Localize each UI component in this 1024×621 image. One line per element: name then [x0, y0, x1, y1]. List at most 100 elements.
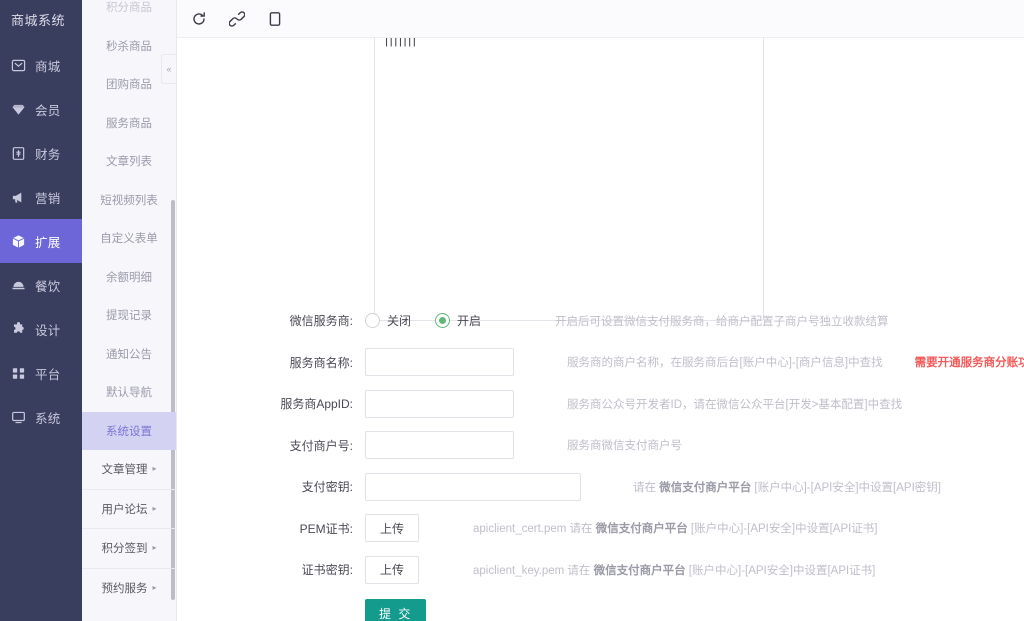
app-root: 商城系统 商城 会员 财务 营销 扩展 餐饮 设计 平台 系统 « 积分商品 秒… [0, 0, 1024, 621]
sidebar-item-finance[interactable]: 财务 [0, 131, 82, 175]
warning-provider-name: 需要开通服务商分账功能用于抽成 [914, 357, 1024, 370]
submenu-group-label: 预约服务 [101, 582, 148, 595]
label-service-provider: 微信服务商: [289, 314, 353, 329]
hint-cert-key-suffix: [账户中心]-[API安全]中设置[API证书] [685, 564, 876, 577]
hint-pem-cert-prefix: 请在 [569, 523, 596, 536]
submenu-group-appointment[interactable]: 预约服务 ▸ [82, 569, 176, 608]
chevron-double-left-icon[interactable]: « [161, 54, 176, 84]
sidebar-item-marketing[interactable]: 营销 [0, 175, 82, 219]
hint-cert-key-strong: 微信支付商户平台 [593, 564, 686, 577]
form-row-pay-key: 支付密钥: 请在 微信支付商户平台 [账户中心]-[API安全]中设置[API密… [177, 466, 1024, 508]
submenu-item-videos[interactable]: 短视频列表 [82, 181, 176, 220]
sidebar-item-label: 设计 [35, 323, 61, 338]
content-scroll-area: ||||||| 微信服务商: 关闭 开启 开启后可设置微信支付服务商，给商户配置… [177, 38, 1024, 621]
submit-button[interactable]: 提 交 [365, 598, 427, 621]
hint-cert-key-prefix: 请在 [567, 564, 594, 577]
input-provider-name[interactable] [365, 348, 514, 377]
primary-sidebar: 商城系统 商城 会员 财务 营销 扩展 餐饮 设计 平台 系统 [0, 0, 82, 621]
sidebar-item-platform[interactable]: 平台 [0, 351, 82, 395]
chevron-right-icon: ▸ [152, 543, 157, 553]
label-cert-key: 证书密钥: [301, 563, 353, 578]
radio-circle-checked-icon [435, 313, 451, 329]
submenu-group-points-checkin[interactable]: 积分签到 ▸ [82, 529, 176, 568]
hint-cert-key-file: apiclient_key.pem [473, 564, 565, 577]
form-row-provider-name: 服务商名称: 服务商的商户名称，在服务商后台[账户中心]-[商户信息]中查找 需… [177, 342, 1024, 384]
input-provider-appid[interactable] [365, 389, 514, 418]
hint-service-provider: 开启后可设置微信支付服务商，给商户配置子商户号独立收款结算 [555, 315, 889, 328]
sidebar-item-member[interactable]: 会员 [0, 87, 82, 131]
sidebar-item-label: 扩展 [35, 235, 61, 250]
submenu-item-system-settings[interactable]: 系统设置 [82, 411, 176, 450]
toolbar [177, 0, 1024, 38]
form-row-merchant-id: 支付商户号: 服务商微信支付商户号 [177, 425, 1024, 467]
hint-pem-cert: apiclient_cert.pem 请在 微信支付商户平台 [账户中心]-[A… [473, 520, 878, 536]
chevron-right-icon: ▸ [152, 464, 157, 474]
input-merchant-id[interactable] [365, 431, 514, 460]
submenu-item-clipped[interactable]: 积分商品 [82, 0, 176, 27]
submenu-group-article-manage[interactable]: 文章管理 ▸ [82, 450, 176, 489]
sidebar-item-design[interactable]: 设计 [0, 307, 82, 351]
radio-service-provider-on[interactable]: 开启 [435, 312, 481, 329]
box-icon [11, 234, 26, 249]
app-logo-text: 商城系统 [11, 12, 66, 28]
label-merchant-id: 支付商户号: [289, 438, 353, 453]
radio-service-provider-off[interactable]: 关闭 [365, 312, 411, 329]
sidebar-item-shop[interactable]: 商城 [0, 43, 82, 87]
submenu-item-withdraw[interactable]: 提现记录 [82, 296, 176, 335]
submenu-panel: « 积分商品 秒杀商品 团购商品 服务商品 文章列表 短视频列表 自定义表单 余… [82, 0, 177, 621]
diamond-icon [11, 102, 26, 117]
submenu-group-label: 用户论坛 [101, 503, 148, 516]
label-provider-appid: 服务商AppID: [280, 397, 353, 412]
radio-circle-icon [365, 313, 380, 329]
sidebar-item-label: 商城 [35, 59, 61, 74]
submenu-item-articles[interactable]: 文章列表 [82, 142, 176, 181]
editor-textarea[interactable]: ||||||| [374, 38, 764, 321]
upload-cert-key-button[interactable]: 上传 [365, 555, 419, 584]
mobile-preview-icon[interactable] [256, 0, 294, 38]
app-logo[interactable]: 商城系统 [0, 0, 82, 38]
shop-icon [11, 58, 26, 73]
hint-provider-name: 服务商的商户名称，在服务商后台[账户中心]-[商户信息]中查找 [567, 357, 883, 370]
sidebar-item-system[interactable]: 系统 [0, 395, 82, 439]
submenu-group-label: 文章管理 [101, 464, 148, 477]
radio-label-off: 关闭 [387, 314, 412, 329]
hint-pay-key-prefix: 请在 [633, 481, 660, 494]
grid-icon [11, 366, 26, 381]
sidebar-item-label: 会员 [35, 103, 61, 118]
sidebar-item-label: 平台 [35, 367, 61, 382]
hint-pay-key: 请在 微信支付商户平台 [账户中心]-[API安全]中设置[API密钥] [633, 479, 941, 495]
sidebar-item-label: 营销 [35, 191, 61, 206]
label-provider-name: 服务商名称: [289, 355, 353, 370]
link-icon[interactable] [218, 0, 256, 38]
refresh-icon[interactable] [180, 0, 218, 38]
submenu-item-nav[interactable]: 默认导航 [82, 373, 176, 412]
submenu-group-label: 积分签到 [101, 543, 148, 556]
hint-pay-key-suffix: [账户中心]-[API安全]中设置[API密钥] [751, 481, 941, 494]
chevron-right-icon: ▸ [152, 503, 157, 513]
form-row-pem-cert: PEM证书: 上传 apiclient_cert.pem 请在 微信支付商户平台… [177, 508, 1024, 550]
primary-nav-list: 商城 会员 财务 营销 扩展 餐饮 设计 平台 系统 [0, 38, 82, 439]
chevron-right-icon: ▸ [152, 582, 157, 592]
submenu-group-user-forum[interactable]: 用户论坛 ▸ [82, 490, 176, 529]
submenu-item-notice[interactable]: 通知公告 [82, 335, 176, 374]
hint-pem-cert-strong: 微信支付商户平台 [595, 523, 688, 536]
upload-pem-cert-button[interactable]: 上传 [365, 514, 419, 543]
hint-merchant-id: 服务商微信支付商户号 [567, 440, 682, 453]
main-area: ||||||| 微信服务商: 关闭 开启 开启后可设置微信支付服务商，给商户配置… [177, 0, 1024, 621]
form-row-submit: 提 交 [177, 591, 1024, 621]
monitor-icon [11, 410, 26, 425]
sidebar-item-extension[interactable]: 扩展 [0, 219, 82, 263]
hint-pay-key-strong: 微信支付商户平台 [659, 481, 752, 494]
submenu-item-forms[interactable]: 自定义表单 [82, 219, 176, 258]
form-row-provider-appid: 服务商AppID: 服务商公众号开发者ID，请在微信公众平台[开发>基本配置]中… [177, 383, 1024, 425]
submenu-item-service[interactable]: 服务商品 [82, 104, 176, 143]
sidebar-item-label: 系统 [35, 411, 61, 426]
sidebar-item-label: 财务 [35, 147, 61, 162]
submenu-item-balance[interactable]: 余额明细 [82, 258, 176, 297]
hint-provider-appid: 服务商公众号开发者ID，请在微信公众平台[开发>基本配置]中查找 [567, 398, 903, 411]
hint-pem-cert-file: apiclient_cert.pem [473, 523, 567, 536]
radio-label-on: 开启 [457, 314, 482, 329]
input-pay-key[interactable] [365, 472, 581, 501]
sidebar-item-dining[interactable]: 餐饮 [0, 263, 82, 307]
megaphone-icon [11, 190, 26, 205]
